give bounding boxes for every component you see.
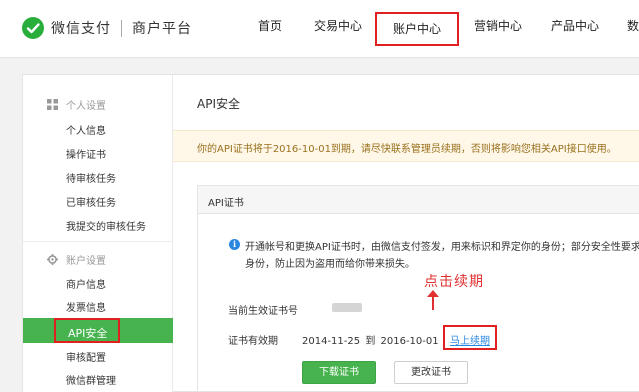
sidebar-item-pending-review[interactable]: 待审核任务 — [66, 170, 116, 185]
sidebar-item-invoice-info[interactable]: 发票信息 — [66, 299, 106, 314]
info-icon: i — [229, 239, 240, 250]
sidebar-item-api-security-label: API安全 — [68, 327, 108, 340]
download-cert-button[interactable]: 下载证书 — [302, 361, 376, 384]
top-bar: 微信支付 商户平台 首页 交易中心 账户中心 营销中心 产品中心 数 — [0, 0, 639, 58]
nav-transactions[interactable]: 交易中心 — [314, 17, 362, 34]
expiry-notice-text: 你的API证书将于2016-10-01到期，请尽快联系管理员续期，否则将影响您相… — [197, 144, 617, 155]
sidebar-item-review-config[interactable]: 审核配置 — [66, 349, 106, 364]
renew-highlight: 马上续期 — [443, 325, 497, 350]
nav-products[interactable]: 产品中心 — [551, 17, 599, 34]
cert-info-line-2: 身份，防止因为盗用而给你带来损失。 — [245, 259, 415, 270]
serial-label: 当前生效证书号 — [228, 306, 298, 317]
validity-value: 2014-11-25 到 2016-10-01 — [302, 332, 439, 347]
nav-data-truncated[interactable]: 数 — [627, 17, 639, 34]
page-panel: 个人设置 个人信息 操作证书 待审核任务 已审核任务 我提交的审核任务 账户设置… — [22, 74, 639, 392]
sidebar-item-merchant-info[interactable]: 商户信息 — [66, 276, 106, 291]
page-title: API安全 — [197, 97, 240, 111]
validity-to-word: 到 — [365, 336, 376, 347]
brand-name: 微信支付 — [51, 21, 111, 37]
expiry-notice: 你的API证书将于2016-10-01到期，请尽快联系管理员续期，否则将影响您相… — [173, 130, 639, 162]
sidebar: 个人设置 个人信息 操作证书 待审核任务 已审核任务 我提交的审核任务 账户设置… — [23, 75, 173, 392]
nav-account-center-label: 账户中心 — [392, 22, 441, 36]
api-cert-header: API证书 — [198, 186, 639, 214]
sidebar-group-personal-label: 个人设置 — [66, 101, 106, 112]
annotation-arrow-icon — [427, 290, 439, 310]
nav-home[interactable]: 首页 — [258, 17, 282, 34]
main-content: API安全 你的API证书将于2016-10-01到期，请尽快联系管理员续期，否… — [173, 75, 639, 392]
change-cert-button[interactable]: 更改证书 — [394, 361, 468, 384]
sidebar-item-personal-info[interactable]: 个人信息 — [66, 122, 106, 137]
api-cert-header-label: API证书 — [208, 198, 244, 209]
sidebar-item-api-security[interactable]: API安全 — [23, 318, 173, 343]
valid-to: 2016-10-01 — [380, 336, 439, 347]
grid-icon — [47, 99, 58, 110]
wechat-pay-logo-icon — [22, 17, 44, 39]
gear-icon — [47, 254, 58, 265]
api-cert-panel: API证书 i 开通帐号和更换API证书时，由微信支付签发，用来标识和界定你的身… — [197, 185, 639, 392]
highlight-box: API安全 — [54, 318, 120, 343]
annotation-click-renew: 点击续期 — [424, 274, 484, 290]
cert-info-line-1: 开通帐号和更换API证书时，由微信支付签发，用来标识和界定你的身份；部分安全性要… — [245, 242, 639, 253]
sidebar-item-my-submissions[interactable]: 我提交的审核任务 — [66, 218, 146, 233]
sidebar-item-reviewed[interactable]: 已审核任务 — [66, 194, 116, 209]
nav-account-center[interactable]: 账户中心 — [375, 12, 459, 46]
nav-marketing[interactable]: 营销中心 — [474, 17, 522, 34]
logo[interactable]: 微信支付 商户平台 — [22, 17, 192, 39]
renew-now-link[interactable]: 马上续期 — [445, 332, 495, 347]
serial-number-redacted — [332, 303, 362, 312]
sidebar-item-group-management[interactable]: 微信群管理 — [66, 372, 116, 387]
sidebar-group-personal: 个人设置 — [47, 97, 106, 112]
sub-brand-name: 商户平台 — [132, 21, 192, 37]
sidebar-divider — [23, 241, 173, 242]
logo-divider — [121, 19, 122, 37]
sidebar-item-operation-cert[interactable]: 操作证书 — [66, 146, 106, 161]
valid-from: 2014-11-25 — [302, 336, 361, 347]
validity-label: 证书有效期 — [228, 336, 278, 347]
sidebar-group-account-label: 账户设置 — [66, 256, 106, 267]
sidebar-group-account: 账户设置 — [47, 252, 106, 267]
